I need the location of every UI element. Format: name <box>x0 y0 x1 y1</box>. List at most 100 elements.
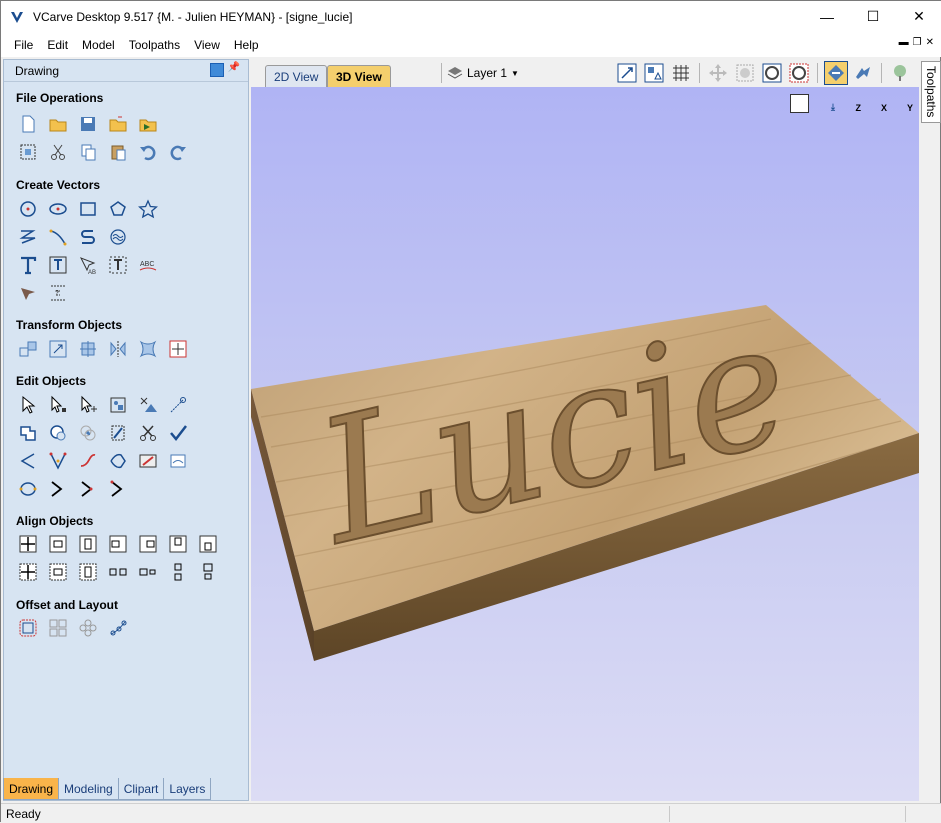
new-file-icon[interactable] <box>16 112 40 136</box>
draw-star-icon[interactable] <box>136 197 160 221</box>
distortion-icon[interactable] <box>136 337 160 361</box>
tab-3d-view[interactable]: 3D View <box>327 65 391 87</box>
distribute-vertical-icon[interactable] <box>166 560 190 584</box>
align-horizontal-center-icon[interactable] <box>46 532 70 556</box>
center-vertical-material-icon[interactable] <box>76 560 100 584</box>
mdi-restore-icon[interactable]: ❐ <box>913 37 922 48</box>
align-top-icon[interactable] <box>166 532 190 556</box>
toolpaths-tab[interactable]: Toolpaths <box>921 61 941 123</box>
redo-icon[interactable] <box>166 140 190 164</box>
text-arc-icon[interactable]: ABC <box>136 253 160 277</box>
show-tree-icon[interactable] <box>888 61 912 85</box>
subtract-icon[interactable] <box>46 421 70 445</box>
undo-icon[interactable] <box>136 140 160 164</box>
draw-text-icon[interactable] <box>16 253 40 277</box>
draw-texture-icon[interactable] <box>106 225 130 249</box>
draw-polygon-icon[interactable] <box>106 197 130 221</box>
fillet-icon[interactable] <box>166 393 190 417</box>
center-in-material-icon[interactable] <box>16 560 40 584</box>
space-vertical-icon[interactable] <box>136 560 160 584</box>
tab-drawing[interactable]: Drawing <box>3 778 60 800</box>
copy-icon[interactable] <box>76 140 100 164</box>
interactive-select-icon[interactable] <box>76 393 100 417</box>
menu-view[interactable]: View <box>187 38 227 52</box>
job-setup-icon[interactable] <box>16 140 40 164</box>
align-vertical-center-icon[interactable] <box>76 532 100 556</box>
weld-icon[interactable] <box>16 421 40 445</box>
dimension-arrow-icon[interactable] <box>16 281 40 305</box>
tab-clipart[interactable]: Clipart <box>117 778 165 800</box>
menu-file[interactable]: File <box>7 38 40 52</box>
tab-layers[interactable]: Layers <box>163 778 212 800</box>
mirror-icon[interactable] <box>106 337 130 361</box>
select-icon[interactable] <box>16 393 40 417</box>
dimensions-icon[interactable]: ? <box>46 281 70 305</box>
cut-icon[interactable] <box>46 140 70 164</box>
draw-curve-icon[interactable] <box>46 225 70 249</box>
show-vectors-icon[interactable] <box>824 61 848 85</box>
layer-dropdown[interactable]: Layer 1 ▼ <box>447 63 519 83</box>
menu-model[interactable]: Model <box>75 38 122 52</box>
x-view-icon[interactable]: X <box>868 94 887 113</box>
save-icon[interactable] <box>76 112 100 136</box>
move-icon[interactable] <box>16 337 40 361</box>
smart-fit-icon[interactable] <box>46 449 70 473</box>
group-icon[interactable] <box>106 393 130 417</box>
offset-icon[interactable] <box>16 616 40 640</box>
draw-rectangle-icon[interactable] <box>76 197 100 221</box>
ungroup-icon[interactable] <box>136 393 160 417</box>
import-bitmap-icon[interactable] <box>136 112 160 136</box>
dock-panel-icon[interactable] <box>210 63 224 77</box>
y-view-icon[interactable]: Y <box>894 94 913 113</box>
draw-ellipse-icon[interactable] <box>46 197 70 221</box>
zoom-box-icon[interactable] <box>733 61 757 85</box>
align-bottom-icon[interactable] <box>196 532 220 556</box>
line-trim-icon[interactable] <box>76 477 100 501</box>
open-folder-icon[interactable] <box>46 112 70 136</box>
import-vectors-icon[interactable] <box>106 112 130 136</box>
mirror-curve-icon[interactable] <box>166 449 190 473</box>
show-toolpaths-icon[interactable] <box>851 61 875 85</box>
overlap-icon[interactable] <box>106 421 130 445</box>
grid-icon[interactable] <box>669 61 693 85</box>
set-position-icon[interactable] <box>166 337 190 361</box>
node-edit-icon[interactable] <box>46 393 70 417</box>
zoom-in-icon[interactable] <box>760 61 784 85</box>
fillet-corner-icon[interactable] <box>136 449 160 473</box>
mdi-minimize-icon[interactable]: ▬ <box>899 37 909 48</box>
pin-icon[interactable]: 📌 <box>228 62 240 73</box>
tab-2d-view[interactable]: 2D View <box>265 65 328 87</box>
extend-icon[interactable] <box>76 449 100 473</box>
paste-icon[interactable] <box>106 140 130 164</box>
align-center-icon[interactable] <box>16 532 40 556</box>
iso-view-icon[interactable] <box>790 94 809 113</box>
minimize-button[interactable]: — <box>804 1 850 32</box>
menu-edit[interactable]: Edit <box>40 38 75 52</box>
maximize-button[interactable]: ☐ <box>850 1 896 32</box>
trim-icon[interactable] <box>136 421 160 445</box>
draw-spiral-icon[interactable] <box>76 225 100 249</box>
draw-polyline-icon[interactable] <box>16 225 40 249</box>
align-right-icon[interactable] <box>136 532 160 556</box>
3d-viewport[interactable]: Lucie ⤓ Z X Y <box>251 87 919 801</box>
zoom-selected-icon[interactable] <box>787 61 811 85</box>
menu-help[interactable]: Help <box>227 38 266 52</box>
scale-icon[interactable] <box>46 337 70 361</box>
text-frame-icon[interactable] <box>106 253 130 277</box>
nest-parts-icon[interactable] <box>46 616 70 640</box>
pan-icon[interactable] <box>706 61 730 85</box>
curve-fit-icon[interactable] <box>16 449 40 473</box>
mdi-close-icon[interactable]: ✕ <box>926 37 934 48</box>
z-view-icon[interactable]: Z <box>842 94 862 113</box>
zoom-extents-icon[interactable] <box>615 61 639 85</box>
center-horizontal-material-icon[interactable] <box>46 560 70 584</box>
tab-modeling[interactable]: Modeling <box>58 778 119 800</box>
distribute-horizontal-icon[interactable] <box>196 560 220 584</box>
copy-along-vectors-icon[interactable] <box>106 616 130 640</box>
align-left-icon[interactable] <box>106 532 130 556</box>
intersect-icon[interactable] <box>76 421 100 445</box>
draw-circle-icon[interactable] <box>16 197 40 221</box>
auto-layout-text-icon[interactable]: AB <box>76 253 100 277</box>
menu-toolpaths[interactable]: Toolpaths <box>122 38 187 52</box>
close-vectors-icon[interactable] <box>106 449 130 473</box>
